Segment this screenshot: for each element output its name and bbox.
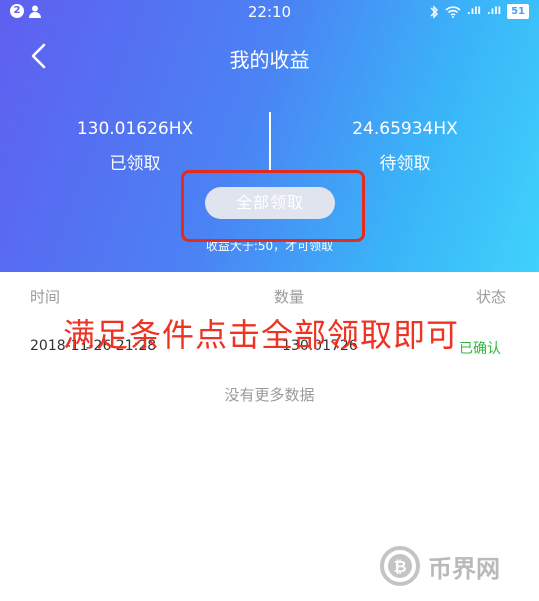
pending-summary: 24.65934HX 待领取 (305, 119, 505, 174)
status-bar: 2 22:10 .ıll .ıll 51 (0, 0, 539, 24)
summary-divider (269, 112, 271, 170)
signal-strength-2: .ıll (486, 6, 502, 17)
bluetooth-icon (430, 4, 438, 19)
column-header-time: 时间 (30, 288, 61, 306)
received-amount: 130.01626HX (76, 119, 194, 139)
battery-level: 51 (507, 4, 529, 19)
watermark-text: 币界网 (428, 554, 500, 583)
column-header-status: 状态 (476, 288, 507, 306)
header-hero: 2 22:10 .ıll .ıll 51 我的收益 130.01626HX 已领… (0, 0, 539, 272)
highlight-annotation-box (181, 170, 365, 242)
pending-amount: 24.65934HX (352, 119, 458, 139)
received-summary: 130.01626HX 已领取 (35, 119, 235, 174)
row-status: 已确认 (459, 341, 501, 357)
page-title: 我的收益 (229, 48, 310, 72)
bitcoin-coin-icon: ₿ (380, 546, 420, 586)
column-header-amount: 数量 (274, 288, 305, 306)
watermark: ₿ 币界网 (380, 546, 500, 586)
annotation-text: 满足条件点击全部领取即可 (63, 316, 460, 354)
no-more-data-text: 没有更多数据 (224, 386, 315, 404)
svg-text:₿: ₿ (393, 557, 406, 576)
wifi-icon (445, 5, 461, 18)
signal-strength-1: .ıll (466, 6, 481, 17)
